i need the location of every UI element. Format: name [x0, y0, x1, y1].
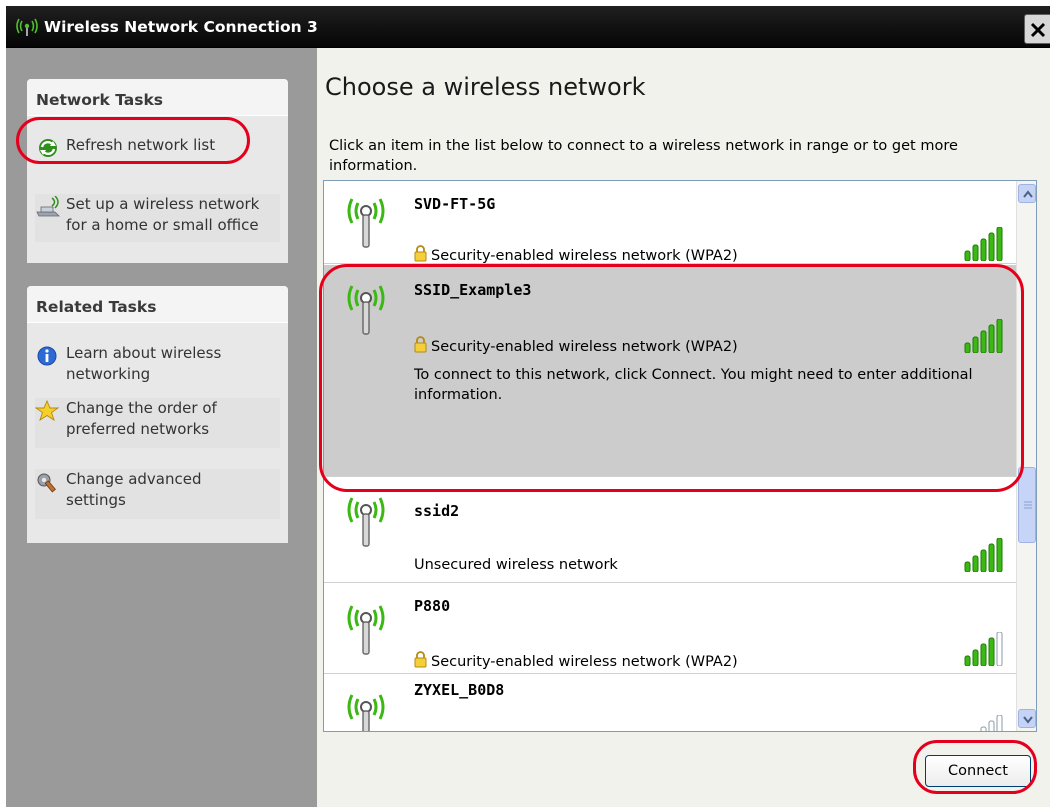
chevron-up-icon [1023, 190, 1033, 198]
scroll-up-button[interactable] [1018, 184, 1036, 203]
network-signal [961, 226, 1007, 262]
network-antenna [342, 191, 390, 251]
network-security-status: Security-enabled wireless network (WPA2) [414, 651, 738, 670]
network-ssid: P880 [414, 597, 451, 615]
network-tasks-panel: Network Tasks Refresh network list Set u… [27, 79, 288, 263]
network-security-status: Security-enabled wireless network (WPA2) [414, 336, 738, 355]
network-list-item[interactable]: ZYXEL_B0D8 [324, 675, 1017, 731]
change-advanced-settings-label: Change advanced settings [66, 470, 202, 509]
lock-icon [414, 336, 427, 353]
learn-about-wireless-link[interactable]: Learn about wireless networking [35, 343, 280, 387]
close-icon [1030, 22, 1046, 38]
lock-icon [414, 651, 427, 668]
title-bar[interactable]: Wireless Network Connection 3 [6, 6, 1050, 48]
network-antenna [342, 687, 390, 731]
related-tasks-header: Related Tasks [27, 286, 288, 323]
network-security-label: Security-enabled wireless network (WPA2) [431, 248, 738, 264]
network-antenna [342, 278, 390, 338]
change-advanced-settings-link[interactable]: Change advanced settings [35, 469, 280, 519]
change-order-preferred-link[interactable]: Change the order of preferred networks [35, 398, 280, 448]
network-tasks-header: Network Tasks [27, 79, 288, 116]
network-security-label: Security-enabled wireless network (WPA2) [431, 339, 738, 355]
related-tasks-panel: Related Tasks Learn about wireless netwo… [27, 286, 288, 543]
wireless-antenna-icon [347, 497, 385, 547]
network-list-item[interactable]: ssid2 Unsecured wireless network [324, 478, 1017, 583]
network-list-item[interactable]: SSID_Example3 Security-enabled wireless n… [324, 265, 1017, 477]
network-security-status: Security-enabled wireless network (WPA2) [414, 245, 738, 264]
info-icon [37, 346, 57, 366]
signal-strength-icon [964, 631, 1003, 667]
network-description: To connect to this network, click Connec… [414, 367, 973, 403]
lock-icon [414, 245, 427, 262]
setup-wireless-network-label: Set up a wireless network for a home or … [66, 195, 260, 234]
network-signal [961, 631, 1007, 667]
network-ssid: ZYXEL_B0D8 [414, 681, 505, 699]
signal-strength-icon [964, 226, 1003, 262]
network-security-label: Security-enabled wireless network (WPA2) [431, 654, 738, 670]
network-list-item[interactable]: SVD-FT-5G Security-enabled wireless netwo… [324, 181, 1017, 264]
scroll-down-button[interactable] [1018, 709, 1036, 728]
learn-about-wireless-label: Learn about wireless networking [66, 344, 222, 383]
wireless-antenna-icon [347, 605, 385, 655]
network-ssid: ssid2 [414, 502, 460, 520]
network-security-status: Unsecured wireless network [414, 557, 618, 573]
window-title: Wireless Network Connection 3 [44, 18, 318, 36]
network-antenna [342, 598, 390, 658]
chevron-down-icon [1023, 716, 1033, 724]
network-security-label: Unsecured wireless network [414, 557, 618, 573]
vertical-scrollbar[interactable] [1016, 181, 1036, 731]
refresh-icon [39, 139, 57, 157]
refresh-network-list-label: Refresh network list [66, 136, 216, 154]
network-signal [961, 714, 1007, 731]
change-order-preferred-label: Change the order of preferred networks [66, 399, 217, 438]
signal-strength-icon [964, 318, 1003, 354]
network-ssid: SSID_Example3 [414, 281, 532, 299]
connect-button[interactable]: Connect [925, 755, 1031, 787]
network-list-item[interactable]: P880 Security-enabled wireless network (W… [324, 584, 1017, 674]
instruction-text: Click an item in the list below to conne… [329, 138, 958, 174]
wireless-antenna-icon [347, 198, 385, 248]
close-button[interactable] [1024, 14, 1050, 44]
wireless-antenna-icon [347, 285, 385, 335]
wireless-network-window: Wireless Network Connection 3 Network Ta… [0, 0, 1050, 807]
network-ssid: SVD-FT-5G [414, 195, 496, 213]
network-antenna [342, 490, 390, 550]
wireless-antenna-icon [347, 694, 385, 731]
settings-icon [37, 473, 56, 493]
page-title: Choose a wireless network [325, 73, 646, 101]
network-signal [961, 537, 1007, 573]
scroll-thumb[interactable] [1018, 467, 1036, 543]
signal-strength-icon [964, 537, 1003, 573]
signal-strength-icon [980, 714, 1003, 731]
star-icon [35, 400, 60, 422]
grip-icon [1024, 501, 1032, 509]
network-list[interactable]: SVD-FT-5G Security-enabled wireless netwo… [323, 180, 1037, 732]
setup-wireless-network-link[interactable]: Set up a wireless network for a home or … [35, 194, 280, 242]
network-signal [961, 318, 1007, 354]
wireless-setup-icon [36, 196, 60, 217]
refresh-network-list-link[interactable]: Refresh network list [35, 135, 280, 161]
wireless-signal-icon [16, 18, 38, 36]
